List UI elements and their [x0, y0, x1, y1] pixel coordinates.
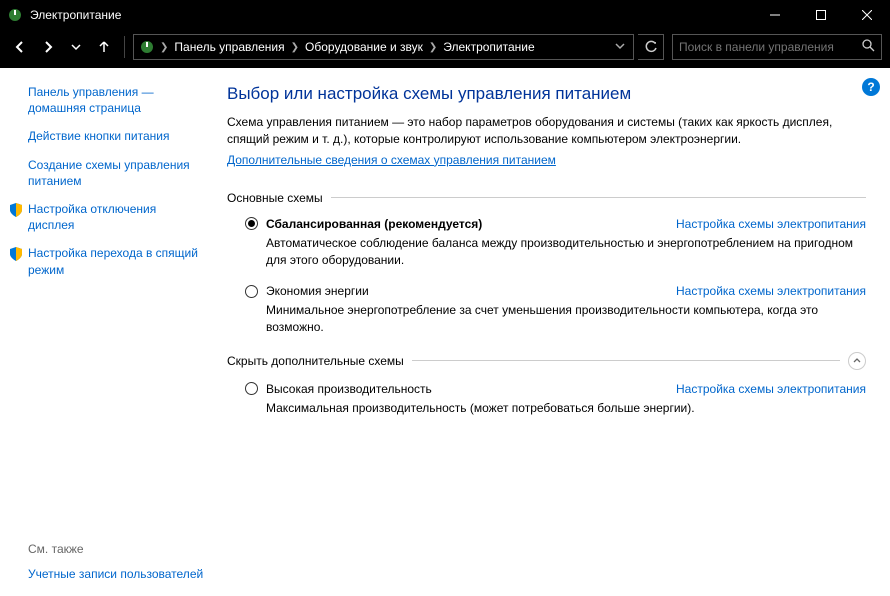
plan-saver: Экономия энергии Настройка схемы электро… [245, 284, 866, 336]
section-divider [412, 360, 840, 361]
collapse-icon[interactable] [848, 352, 866, 370]
breadcrumb-segment[interactable]: Панель управления [170, 35, 288, 59]
sidebar-item-sleep[interactable]: Настройка перехода в спящий режим [28, 245, 203, 277]
maximize-button[interactable] [798, 0, 844, 30]
breadcrumb-segment[interactable]: Оборудование и звук [301, 35, 427, 59]
window-title: Электропитание [30, 8, 752, 22]
page-title: Выбор или настройка схемы управления пит… [227, 84, 866, 104]
toolbar: ❯ Панель управления ❯ Оборудование и зву… [0, 30, 890, 68]
sidebar-item-label: Настройка перехода в спящий режим [28, 246, 198, 276]
shield-icon [8, 246, 24, 262]
plan-balanced: Сбалансированная (рекомендуется) Настрой… [245, 217, 866, 269]
sidebar: Панель управления — домашняя страница Де… [0, 68, 215, 596]
section-divider [331, 197, 866, 198]
section-label: Основные схемы [227, 191, 323, 205]
plan-description: Максимальная производительность (может п… [266, 400, 866, 417]
breadcrumb-segment[interactable]: Электропитание [439, 35, 538, 59]
plan-name[interactable]: Высокая производительность [266, 382, 432, 396]
chevron-right-icon[interactable]: ❯ [291, 42, 299, 53]
chevron-right-icon[interactable]: ❯ [160, 42, 168, 53]
plan-name[interactable]: Сбалансированная (рекомендуется) [266, 217, 482, 231]
plan-description: Минимальное энергопотребление за счет ум… [266, 302, 866, 336]
title-bar: Электропитание [0, 0, 890, 30]
forward-button[interactable] [36, 35, 60, 59]
see-also-header: См. также [28, 542, 208, 556]
plan-high-performance: Высокая производительность Настройка схе… [245, 382, 866, 417]
learn-more-link[interactable]: Дополнительные сведения о схемах управле… [227, 153, 556, 167]
search-box[interactable] [672, 34, 882, 60]
refresh-button[interactable] [638, 34, 664, 60]
sidebar-item-create-plan[interactable]: Создание схемы управления питанием [28, 157, 203, 189]
toolbar-separator [124, 36, 125, 58]
radio-high-performance[interactable] [245, 382, 258, 395]
main-panel: Выбор или настройка схемы управления пит… [215, 68, 890, 596]
radio-saver[interactable] [245, 285, 258, 298]
content-area: ? Панель управления — домашняя страница … [0, 68, 890, 596]
recent-dropdown-button[interactable] [64, 35, 88, 59]
chevron-right-icon[interactable]: ❯ [429, 42, 437, 53]
search-input[interactable] [679, 40, 862, 54]
radio-balanced[interactable] [245, 217, 258, 230]
sidebar-item-display-off[interactable]: Настройка отключения дисплея [28, 201, 203, 233]
minimize-button[interactable] [752, 0, 798, 30]
address-icon [138, 38, 156, 56]
change-plan-link[interactable]: Настройка схемы электропитания [676, 217, 866, 231]
sidebar-item-label: Настройка отключения дисплея [28, 202, 156, 232]
section-hidden-plans[interactable]: Скрыть дополнительные схемы [227, 352, 866, 370]
change-plan-link[interactable]: Настройка схемы электропитания [676, 284, 866, 298]
plan-description: Автоматическое соблюдение баланса между … [266, 235, 866, 269]
app-icon [0, 7, 30, 23]
search-icon[interactable] [862, 39, 875, 55]
up-button[interactable] [92, 35, 116, 59]
see-also-link-user-accounts[interactable]: Учетные записи пользователей [28, 566, 208, 582]
sidebar-item-power-button-action[interactable]: Действие кнопки питания [28, 128, 203, 144]
sidebar-item-home[interactable]: Панель управления — домашняя страница [28, 84, 203, 116]
address-bar[interactable]: ❯ Панель управления ❯ Оборудование и зву… [133, 34, 634, 60]
section-label: Скрыть дополнительные схемы [227, 354, 404, 368]
intro-text: Схема управления питанием — это набор па… [227, 114, 866, 149]
plan-name[interactable]: Экономия энергии [266, 284, 369, 298]
back-button[interactable] [8, 35, 32, 59]
change-plan-link[interactable]: Настройка схемы электропитания [676, 382, 866, 396]
close-button[interactable] [844, 0, 890, 30]
address-dropdown-button[interactable] [611, 40, 629, 54]
section-primary-plans: Основные схемы [227, 191, 866, 205]
shield-icon [8, 202, 24, 218]
